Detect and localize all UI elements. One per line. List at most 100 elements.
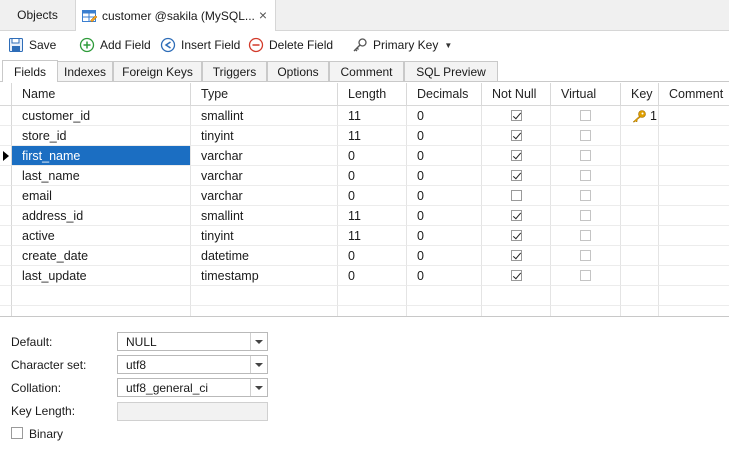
- cell-name[interactable]: customer_id: [12, 106, 191, 126]
- cell-virtual[interactable]: [551, 206, 621, 226]
- table-row[interactable]: email varchar 0 0: [0, 186, 729, 206]
- cell-decimals[interactable]: 0: [407, 206, 482, 226]
- not-null-checkbox[interactable]: [510, 270, 522, 281]
- cell-type[interactable]: varchar: [191, 166, 338, 186]
- cell-length[interactable]: 11: [338, 206, 407, 226]
- table-row[interactable]: last_name varchar 0 0: [0, 166, 729, 186]
- table-row[interactable]: store_id tinyint 11 0: [0, 126, 729, 146]
- cell-type[interactable]: varchar: [191, 146, 338, 166]
- table-row[interactable]: active tinyint 11 0: [0, 226, 729, 246]
- cell-key[interactable]: [621, 226, 659, 246]
- cell-type[interactable]: datetime: [191, 246, 338, 266]
- table-row[interactable]: address_id smallint 11 0: [0, 206, 729, 226]
- cell-name[interactable]: email: [12, 186, 191, 206]
- cell-type[interactable]: smallint: [191, 106, 338, 126]
- cell-virtual[interactable]: [551, 246, 621, 266]
- cell-name[interactable]: active: [12, 226, 191, 246]
- table-row[interactable]: last_update timestamp 0 0: [0, 266, 729, 286]
- collation-combo[interactable]: utf8_general_ci: [117, 378, 268, 397]
- chevron-down-icon[interactable]: [250, 333, 267, 350]
- close-icon[interactable]: ×: [259, 8, 267, 22]
- row-indicator[interactable]: [0, 226, 12, 246]
- cell-comment[interactable]: [659, 146, 729, 166]
- row-indicator[interactable]: [0, 246, 12, 266]
- not-null-checkbox[interactable]: [510, 210, 522, 221]
- cell-decimals[interactable]: 0: [407, 186, 482, 206]
- cell-key[interactable]: 1: [621, 106, 659, 126]
- tab-sql-preview[interactable]: SQL Preview: [404, 61, 498, 81]
- cell-length[interactable]: 11: [338, 226, 407, 246]
- cell-length[interactable]: 0: [338, 266, 407, 286]
- cell-key[interactable]: [621, 246, 659, 266]
- cell-length[interactable]: 0: [338, 166, 407, 186]
- binary-checkbox[interactable]: [11, 427, 23, 439]
- tab-fields[interactable]: Fields: [2, 60, 58, 82]
- cell-comment[interactable]: [659, 106, 729, 126]
- tab-objects[interactable]: Objects: [0, 0, 76, 30]
- cell-virtual[interactable]: [551, 266, 621, 286]
- cell-type[interactable]: varchar: [191, 186, 338, 206]
- cell-not-null[interactable]: [482, 226, 551, 246]
- cell-type[interactable]: tinyint: [191, 226, 338, 246]
- primary-key-button[interactable]: Primary Key ▼: [352, 35, 452, 55]
- cell-key[interactable]: [621, 206, 659, 226]
- cell-decimals[interactable]: 0: [407, 246, 482, 266]
- cell-decimals[interactable]: 0: [407, 166, 482, 186]
- cell-not-null[interactable]: [482, 206, 551, 226]
- cell-key[interactable]: [621, 266, 659, 286]
- cell-decimals[interactable]: 0: [407, 226, 482, 246]
- cell-not-null[interactable]: [482, 146, 551, 166]
- cell-key[interactable]: [621, 126, 659, 146]
- column-header-virtual[interactable]: Virtual: [551, 83, 621, 105]
- cell-key[interactable]: [621, 166, 659, 186]
- row-indicator[interactable]: [0, 286, 12, 306]
- cell-comment[interactable]: [659, 226, 729, 246]
- not-null-checkbox[interactable]: [510, 190, 522, 201]
- cell-virtual[interactable]: [551, 166, 621, 186]
- column-header-key[interactable]: Key: [621, 83, 659, 105]
- not-null-checkbox[interactable]: [510, 170, 522, 181]
- delete-field-button[interactable]: Delete Field: [248, 35, 333, 55]
- tab-table-design[interactable]: customer @sakila (MySQL... ×: [76, 0, 276, 31]
- not-null-checkbox[interactable]: [510, 110, 522, 121]
- column-header-not-null[interactable]: Not Null: [482, 83, 551, 105]
- table-row[interactable]: customer_id smallint 11 0 1: [0, 106, 729, 126]
- cell-virtual[interactable]: [551, 126, 621, 146]
- cell-decimals[interactable]: 0: [407, 146, 482, 166]
- cell-name[interactable]: first_name: [12, 146, 191, 166]
- cell-comment[interactable]: [659, 266, 729, 286]
- tab-foreign-keys[interactable]: Foreign Keys: [113, 61, 202, 81]
- cell-comment[interactable]: [659, 166, 729, 186]
- save-button[interactable]: Save: [8, 35, 56, 55]
- column-header-name[interactable]: Name: [12, 83, 191, 105]
- cell-length[interactable]: 0: [338, 186, 407, 206]
- cell-name[interactable]: store_id: [12, 126, 191, 146]
- cell-virtual[interactable]: [551, 226, 621, 246]
- cell-comment[interactable]: [659, 206, 729, 226]
- row-indicator[interactable]: [0, 146, 12, 166]
- cell-length[interactable]: 11: [338, 106, 407, 126]
- column-header-length[interactable]: Length: [338, 83, 407, 105]
- cell-comment[interactable]: [659, 246, 729, 266]
- cell-name[interactable]: address_id: [12, 206, 191, 226]
- column-header-comment[interactable]: Comment: [659, 83, 729, 105]
- insert-field-button[interactable]: Insert Field: [160, 35, 240, 55]
- cell-name[interactable]: last_update: [12, 266, 191, 286]
- table-row[interactable]: create_date datetime 0 0: [0, 246, 729, 266]
- not-null-checkbox[interactable]: [510, 130, 522, 141]
- cell-length[interactable]: 0: [338, 146, 407, 166]
- cell-comment[interactable]: [659, 186, 729, 206]
- cell-decimals[interactable]: 0: [407, 266, 482, 286]
- cell-not-null[interactable]: [482, 266, 551, 286]
- chevron-down-icon[interactable]: ▼: [444, 41, 452, 50]
- column-header-decimals[interactable]: Decimals: [407, 83, 482, 105]
- row-indicator[interactable]: [0, 126, 12, 146]
- cell-not-null[interactable]: [482, 246, 551, 266]
- cell-decimals[interactable]: 0: [407, 106, 482, 126]
- row-indicator[interactable]: [0, 306, 12, 316]
- cell-key[interactable]: [621, 186, 659, 206]
- cell-decimals[interactable]: 0: [407, 126, 482, 146]
- cell-type[interactable]: tinyint: [191, 126, 338, 146]
- tab-indexes[interactable]: Indexes: [57, 61, 113, 81]
- row-indicator[interactable]: [0, 106, 12, 126]
